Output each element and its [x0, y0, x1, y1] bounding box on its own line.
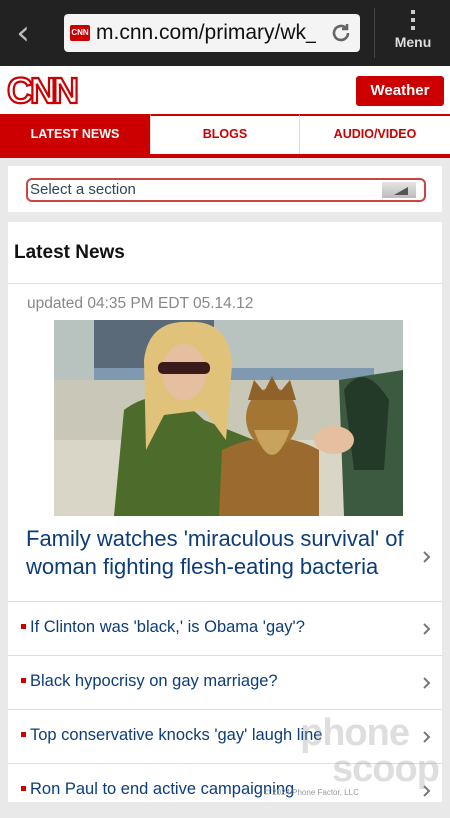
bullet-icon	[21, 678, 26, 683]
url-text[interactable]: m.cnn.com/primary/wk_...	[96, 21, 316, 45]
reload-icon[interactable]	[330, 22, 352, 44]
chevron-right-icon	[423, 623, 431, 635]
section-select-panel: Select a section	[8, 166, 442, 212]
watermark-logo: scoop	[332, 748, 440, 790]
browser-toolbar: ‹ CNN m.cnn.com/primary/wk_... Menu	[0, 0, 450, 66]
list-item[interactable]: Black hypocrisy on gay marriage?	[8, 656, 442, 710]
list-item-label[interactable]: Black hypocrisy on gay marriage?	[30, 672, 278, 691]
address-bar[interactable]: CNN m.cnn.com/primary/wk_...	[64, 14, 360, 52]
dropdown-arrow-icon	[382, 182, 416, 198]
tab-latest-news[interactable]: LATEST NEWS	[0, 114, 150, 154]
weather-button[interactable]: Weather	[356, 76, 444, 106]
tab-audio-video[interactable]: AUDIO/VIDEO	[299, 114, 450, 154]
headline-photo[interactable]	[54, 320, 403, 516]
overflow-menu-icon	[411, 10, 415, 30]
menu-label: Menu	[394, 34, 432, 50]
bullet-icon	[21, 732, 26, 737]
divider	[8, 283, 442, 284]
chevron-right-icon	[423, 731, 431, 743]
list-item[interactable]: If Clinton was 'black,' is Obama 'gay'?	[8, 602, 442, 656]
section-tabs: LATEST NEWS BLOGS AUDIO/VIDEO	[0, 114, 450, 158]
page-title: Latest News	[14, 242, 125, 263]
copyright-text: © 2024 Phone Factor, LLC	[264, 788, 359, 797]
site-header: CNN Weather	[0, 66, 450, 114]
chevron-right-icon	[423, 677, 431, 689]
list-item-label[interactable]: Top conservative knocks 'gay' laugh line	[30, 726, 322, 745]
section-select-value: Select a section	[30, 181, 136, 198]
headline-link[interactable]: Family watches 'miraculous survival' of …	[26, 525, 426, 581]
tab-blogs[interactable]: BLOGS	[150, 114, 299, 154]
cnn-logo[interactable]: CNN	[6, 70, 78, 110]
toolbar-divider	[374, 8, 375, 58]
menu-button[interactable]: Menu	[380, 6, 446, 62]
site-favicon: CNN	[70, 25, 90, 41]
list-item-label[interactable]: If Clinton was 'black,' is Obama 'gay'?	[30, 618, 305, 637]
svg-text:CNN: CNN	[7, 70, 77, 110]
back-arrow-icon[interactable]: ‹	[8, 14, 38, 52]
section-select[interactable]: Select a section	[26, 178, 426, 202]
bullet-icon	[21, 786, 26, 791]
bullet-icon	[21, 624, 26, 629]
updated-timestamp: updated 04:35 PM EDT 05.14.12	[27, 295, 254, 312]
chevron-right-icon	[423, 551, 431, 563]
list-item-label[interactable]: Ron Paul to end active campaigning	[30, 780, 294, 799]
